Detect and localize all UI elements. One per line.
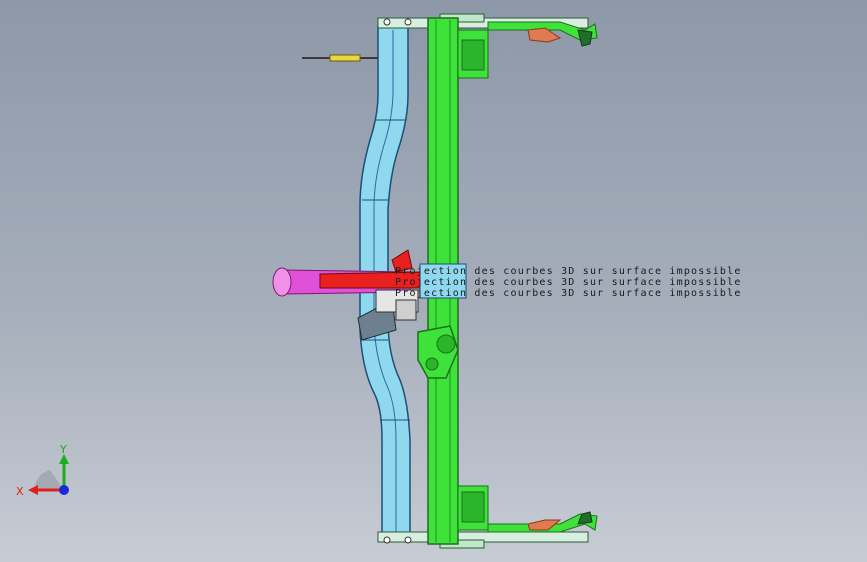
z-axis <box>59 485 69 495</box>
assembly-model[interactable] <box>0 0 867 562</box>
clamp-block[interactable] <box>419 263 467 299</box>
red-arm[interactable] <box>319 271 421 289</box>
x-axis-label: X <box>16 485 24 498</box>
triad-shadow <box>34 470 64 490</box>
coordinate-triad <box>28 454 69 495</box>
y-axis-label: Y <box>60 443 67 456</box>
cad-graphics-area[interactable]: Projection des courbes 3D sur surface im… <box>0 0 867 562</box>
